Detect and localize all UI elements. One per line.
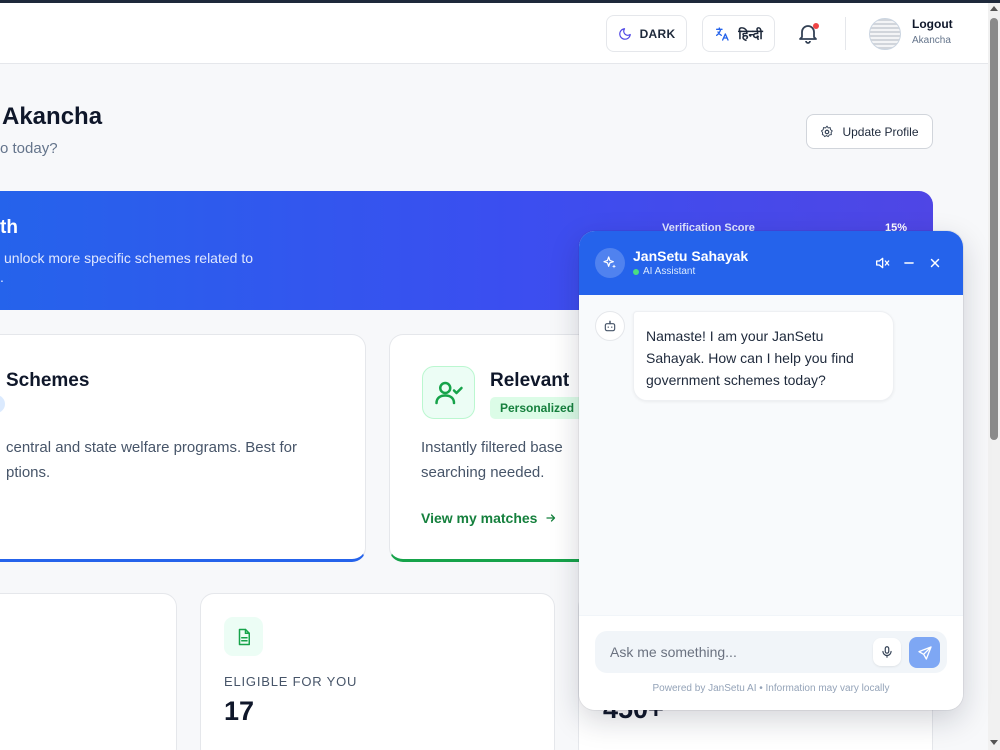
bot-message: Namaste! I am your JanSetu Sahayak. How …	[633, 311, 894, 401]
arrow-right-icon	[546, 514, 556, 522]
view-matches-link[interactable]: View my matches	[421, 510, 557, 526]
header-divider	[845, 17, 846, 50]
all-schemes-desc-1: central and state welfare programs. Best…	[6, 439, 297, 456]
banner-text: unlock more specific schemes related to	[4, 250, 253, 266]
microphone-icon	[882, 646, 892, 658]
stat-card-eligible: ELIGIBLE FOR YOU 17	[200, 593, 555, 750]
language-label: हिन्दी	[738, 26, 763, 42]
language-toggle[interactable]: हिन्दी	[702, 15, 775, 52]
minimize-icon[interactable]	[900, 254, 918, 272]
document-icon	[224, 617, 263, 656]
scrollbar-thumb[interactable]	[990, 18, 998, 440]
bot-icon	[595, 311, 625, 341]
notification-dot	[813, 23, 819, 29]
scroll-up-arrow[interactable]	[990, 6, 998, 11]
gear-icon	[821, 125, 834, 137]
banner-title: th	[0, 217, 18, 238]
relevant-title: Relevant	[490, 370, 570, 391]
relevant-desc-2: searching needed.	[421, 464, 545, 481]
sparkles-icon	[595, 248, 625, 278]
send-button[interactable]	[909, 637, 940, 668]
all-schemes-title: Schemes	[6, 370, 90, 391]
stat-label: ELIGIBLE FOR YOU	[224, 674, 358, 689]
stat-value: 17	[224, 696, 255, 726]
online-dot	[633, 268, 639, 275]
relevant-desc-1: Instantly filtered base	[421, 439, 563, 456]
dark-mode-toggle[interactable]: DARK	[606, 15, 687, 52]
all-schemes-desc-2: ptions.	[6, 464, 51, 481]
all-schemes-card[interactable]: Schemes central and state welfare progra…	[0, 334, 366, 562]
chat-widget: JanSetu Sahayak AI Assistant Namaste! I …	[579, 231, 963, 710]
view-matches-label: View my matches	[421, 510, 538, 526]
chat-footer: Powered by JanSetu AI • Information may …	[579, 615, 963, 710]
banner-text-2: .	[0, 269, 4, 285]
update-profile-button[interactable]: Update Profile	[806, 114, 933, 149]
user-check-icon	[422, 366, 475, 419]
chat-status-label: AI Assistant	[643, 266, 696, 277]
top-header: DARK हिन्दी Logout Akancha	[0, 3, 988, 64]
dark-mode-label: DARK	[639, 26, 676, 41]
welcome-name: Akancha	[2, 103, 103, 130]
send-icon	[917, 645, 932, 660]
microphone-button[interactable]	[873, 638, 901, 666]
personalized-badge: Personalized	[490, 397, 585, 419]
logout-link[interactable]: Logout	[912, 17, 953, 31]
mute-icon[interactable]	[873, 254, 891, 272]
user-name: Akancha	[912, 35, 951, 46]
update-profile-label: Update Profile	[842, 124, 919, 139]
chat-title: JanSetu Sahayak	[633, 248, 749, 264]
moon-icon	[618, 27, 631, 40]
translate-icon	[716, 26, 729, 41]
welcome-subtitle: o today?	[0, 140, 58, 157]
chat-messages: Namaste! I am your JanSetu Sahayak. How …	[579, 295, 963, 615]
close-icon[interactable]	[926, 254, 944, 272]
avatar[interactable]	[869, 18, 901, 50]
chat-header: JanSetu Sahayak AI Assistant	[579, 231, 963, 295]
scroll-down-arrow[interactable]	[990, 740, 998, 745]
chat-status: AI Assistant	[633, 266, 695, 277]
count-chip	[0, 395, 5, 413]
stat-card-total	[0, 593, 177, 750]
chat-disclaimer: Powered by JanSetu AI • Information may …	[652, 683, 890, 694]
